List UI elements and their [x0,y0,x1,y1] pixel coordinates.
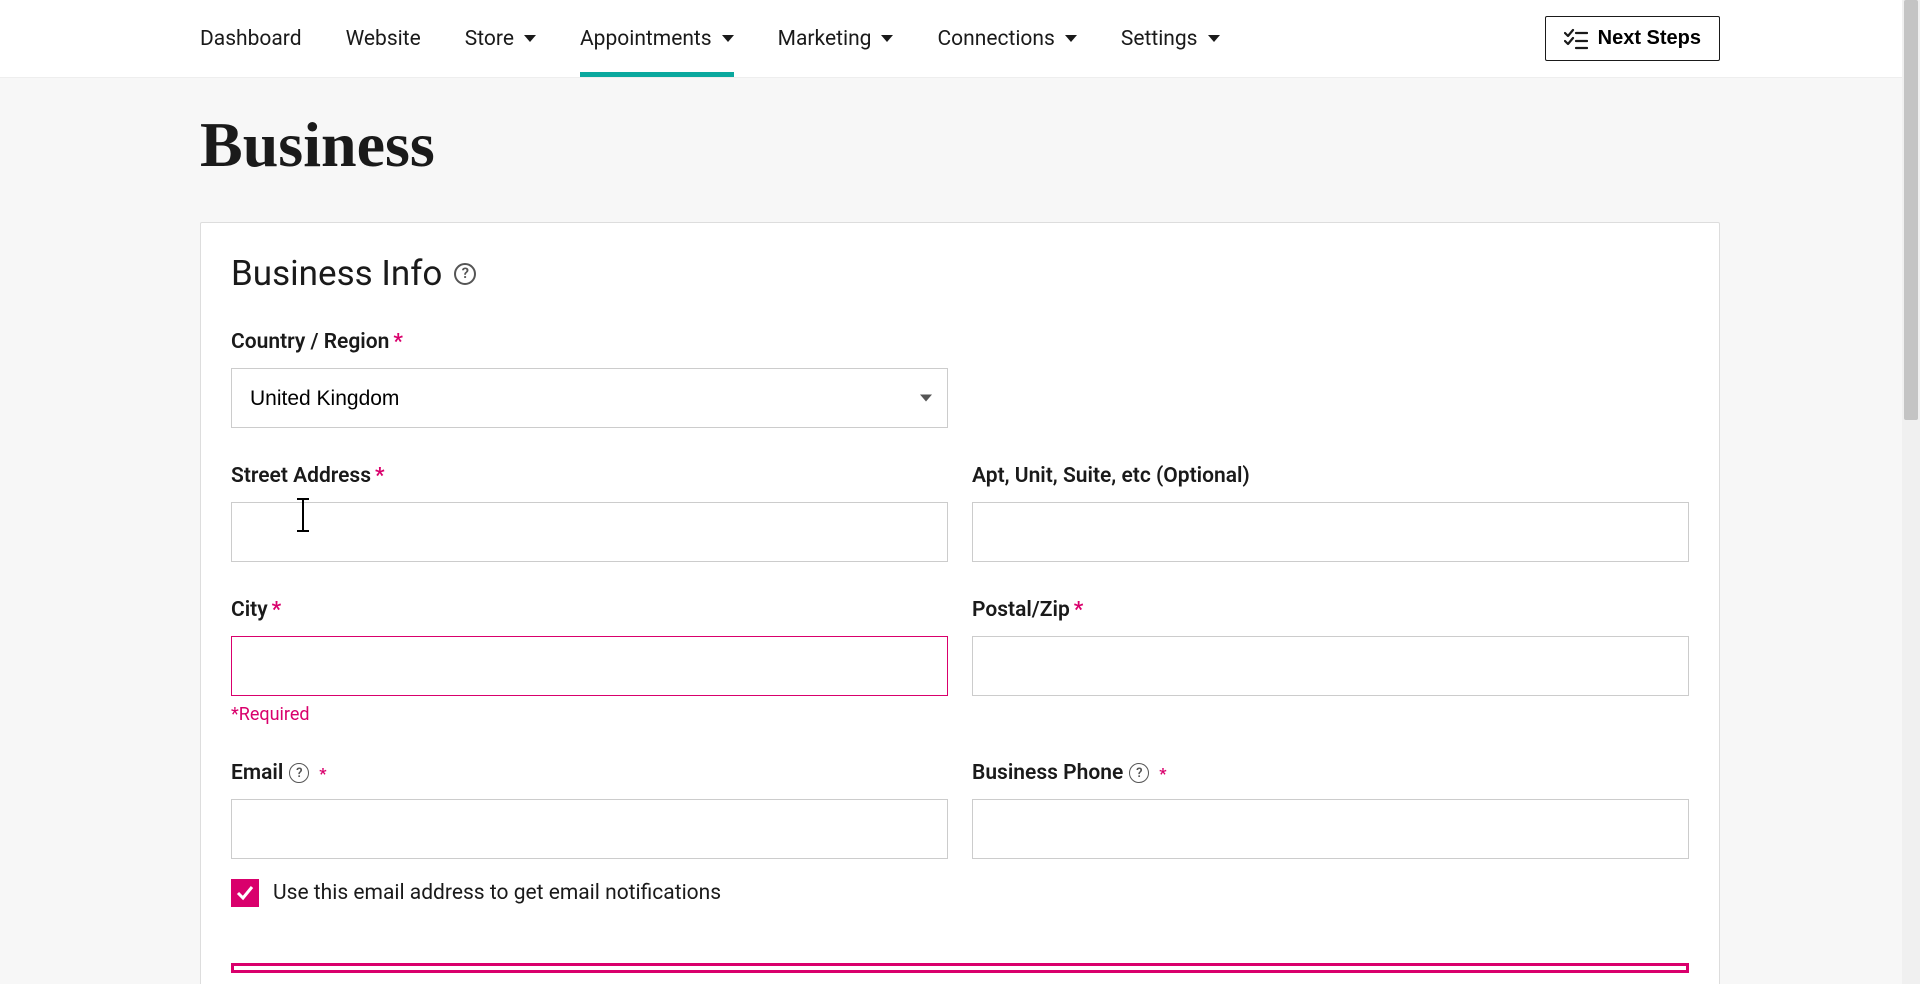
apt-input[interactable] [972,502,1689,562]
next-steps-button[interactable]: Next Steps [1545,16,1720,61]
row-country: Country / Region* United Kingdom [231,330,1689,428]
nav-marketing[interactable]: Marketing [778,0,894,77]
chevron-down-icon [881,35,893,42]
email-label-row: Email ? * [231,761,948,785]
nav-connections[interactable]: Connections [937,0,1076,77]
phone-label: Business Phone [972,761,1123,785]
scrollbar-track[interactable] [1902,0,1920,984]
country-field: Country / Region* United Kingdom [231,330,948,428]
city-error: *Required [231,704,948,725]
nav-settings[interactable]: Settings [1121,0,1220,77]
nav-dashboard[interactable]: Dashboard [200,0,302,77]
apt-label: Apt, Unit, Suite, etc (Optional) [972,464,1689,488]
street-input[interactable] [231,502,948,562]
help-icon[interactable]: ? [454,263,476,285]
nav-label: Appointments [580,27,712,51]
street-field: Street Address* [231,464,948,562]
page-title: Business [200,78,1720,222]
email-label: Email [231,761,283,785]
email-field: Email ? * Use this email address to get … [231,761,948,907]
phone-field: Business Phone ? * [972,761,1689,907]
nav-label: Store [465,27,514,51]
section-title-row: Business Info ? [231,253,1689,294]
nav-label: Settings [1121,27,1198,51]
postal-label: Postal/Zip* [972,598,1689,622]
business-info-card: Business Info ? Country / Region* United… [200,222,1720,984]
apt-field: Apt, Unit, Suite, etc (Optional) [972,464,1689,562]
chevron-down-icon [1065,35,1077,42]
notifications-checkbox[interactable] [231,879,259,907]
notifications-label: Use this email address to get email noti… [273,881,721,905]
nav-items-container: Dashboard Website Store Appointments Mar… [200,0,1220,77]
phone-input[interactable] [972,799,1689,859]
next-steps-label: Next Steps [1598,27,1701,50]
chevron-down-icon [722,35,734,42]
notifications-row: Use this email address to get email noti… [231,879,948,907]
nav-website[interactable]: Website [346,0,421,77]
city-field: City* *Required [231,598,948,725]
scrollbar-thumb[interactable] [1904,0,1918,420]
alert-bar [231,963,1689,973]
phone-label-row: Business Phone ? * [972,761,1689,785]
chevron-down-icon [1208,35,1220,42]
row-street: Street Address* Apt, Unit, Suite, etc (O… [231,464,1689,562]
postal-input[interactable] [972,636,1689,696]
nav-label: Marketing [778,27,872,51]
country-select[interactable]: United Kingdom [231,368,948,428]
help-icon[interactable]: ? [289,763,309,783]
checklist-icon [1564,28,1588,50]
country-label: Country / Region* [231,330,948,354]
nav-store[interactable]: Store [465,0,536,77]
nav-label: Connections [937,27,1054,51]
row-email-phone: Email ? * Use this email address to get … [231,761,1689,907]
nav-label: Dashboard [200,27,302,51]
top-navigation: Dashboard Website Store Appointments Mar… [0,0,1920,78]
city-input[interactable] [231,636,948,696]
email-input[interactable] [231,799,948,859]
street-label: Street Address* [231,464,948,488]
chevron-down-icon [524,35,536,42]
nav-appointments[interactable]: Appointments [580,0,734,77]
postal-field: Postal/Zip* [972,598,1689,725]
help-icon[interactable]: ? [1129,763,1149,783]
city-label: City* [231,598,948,622]
country-select-wrap: United Kingdom [231,368,948,428]
row-city-postal: City* *Required Postal/Zip* [231,598,1689,725]
nav-label: Website [346,27,421,51]
main-content: Business Business Info ? Country / Regio… [0,78,1920,984]
section-title: Business Info [231,253,442,294]
